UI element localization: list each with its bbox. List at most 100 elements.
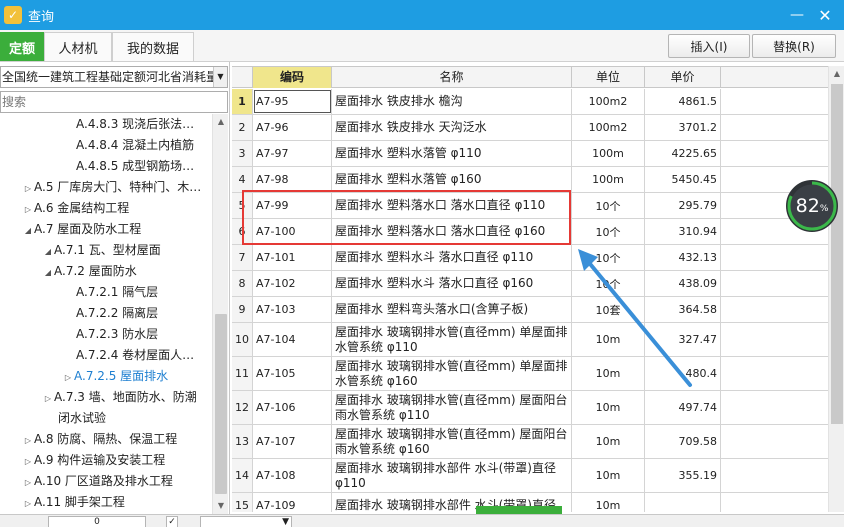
row-index[interactable]: 6 [232,219,253,244]
table-row[interactable]: 12 A7-106 屋面排水 玻璃钢排水管(直径mm) 屋面阳台雨水管系统 φ110… [232,391,828,425]
row-index[interactable]: 1 [232,89,253,114]
expand-icon[interactable]: ▷ [62,367,74,388]
row-unit[interactable]: 10m [572,391,645,424]
table-row[interactable]: 11 A7-105 屋面排水 玻璃钢排水管(直径mm) 单屋面排水管系统 φ160 1… [232,357,828,391]
tree-item[interactable]: ▷ A.8 防腐、隔热、保温工程 [0,429,212,450]
row-price[interactable]: 355.19 [645,459,721,492]
tree-item[interactable]: ▷ A.7.3 墙、地面防水、防潮 [0,387,212,408]
row-index[interactable]: 3 [232,141,253,166]
row-price[interactable]: 3701.2 [645,115,721,140]
scroll-thumb[interactable] [215,314,227,494]
table-row[interactable]: 13 A7-107 屋面排水 玻璃钢排水管(直径mm) 屋面阳台雨水管系统 φ160… [232,425,828,459]
row-name[interactable]: 屋面排水 铁皮排水 檐沟 [332,89,572,114]
tree-item[interactable]: ▷ A.10 厂区道路及排水工程 [0,471,212,492]
row-index[interactable]: 4 [232,167,253,192]
row-price[interactable]: 709.58 [645,425,721,458]
row-name[interactable]: 屋面排水 玻璃钢排水管(直径mm) 单屋面排水管系统 φ160 [332,357,572,390]
row-unit[interactable]: 100m [572,167,645,192]
scroll-up-icon[interactable]: ▲ [829,66,844,82]
row-name[interactable]: 屋面排水 玻璃钢排水管(直径mm) 屋面阳台雨水管系统 φ110 [332,391,572,424]
row-name[interactable]: 屋面排水 铁皮排水 天沟泛水 [332,115,572,140]
tab-quota[interactable]: 定额 [0,32,44,61]
table-row[interactable]: 3 A7-97 屋面排水 塑料水落管 φ110 100m 4225.65 [232,141,828,167]
row-index[interactable]: 15 [232,493,253,512]
tree-item[interactable]: ◢ A.7.2 屋面防水 [0,261,212,282]
table-row[interactable]: 2 A7-96 屋面排水 铁皮排水 天沟泛水 100m2 3701.2 [232,115,828,141]
row-index[interactable]: 9 [232,297,253,322]
tree-item[interactable]: A.4.8.3 现浇后张法… [0,114,212,135]
insert-button[interactable]: 插入(I) [668,34,750,58]
count-field[interactable]: 0 [48,516,146,527]
row-name[interactable]: 屋面排水 塑料水落管 φ110 [332,141,572,166]
row-price[interactable]: 480.4 [645,357,721,390]
tree-item[interactable]: ◢ A.7.1 瓦、型材屋面 [0,240,212,261]
tree-item[interactable]: A.4.8.4 混凝土内植筋 [0,135,212,156]
tree-item[interactable]: ▷ A.7.2.5 屋面排水 [0,366,212,387]
row-price[interactable]: 432.13 [645,245,721,270]
table-row[interactable]: 6 A7-100 屋面排水 塑料落水口 落水口直径 φ160 10个 310.94 [232,219,828,245]
row-index[interactable]: 11 [232,357,253,390]
row-price[interactable]: 310.94 [645,219,721,244]
close-button[interactable]: ✕ [814,4,836,26]
row-index[interactable]: 7 [232,245,253,270]
expand-icon[interactable]: ▷ [22,199,34,220]
row-index[interactable]: 2 [232,115,253,140]
expand-icon[interactable]: ▷ [22,472,34,493]
row-unit[interactable]: 10m [572,493,645,512]
table-row[interactable]: 9 A7-103 屋面排水 塑料弯头落水口(含箅子板) 10套 364.58 [232,297,828,323]
row-unit[interactable]: 100m [572,141,645,166]
tree-item[interactable]: ▷ A.5 厂库房大门、特种门、木… [0,177,212,198]
header-name[interactable]: 名称 [332,67,572,88]
scroll-thumb[interactable] [831,84,843,424]
tree-item[interactable]: ▷ A.11 脚手架工程 [0,492,212,513]
scroll-down-icon[interactable]: ▼ [213,498,229,514]
row-code[interactable]: A7-103 [253,297,332,322]
table-row[interactable]: 4 A7-98 屋面排水 塑料水落管 φ160 100m 5450.45 [232,167,828,193]
row-price[interactable]: 4225.65 [645,141,721,166]
row-index[interactable]: 14 [232,459,253,492]
row-index[interactable]: 10 [232,323,253,356]
replace-button[interactable]: 替换(R) [752,34,836,58]
tree-item[interactable]: ▷ A.6 金属结构工程 [0,198,212,219]
row-unit[interactable]: 10个 [572,245,645,270]
row-unit[interactable]: 10m [572,323,645,356]
row-code[interactable]: A7-96 [253,115,332,140]
row-name[interactable]: 屋面排水 塑料水落管 φ160 [332,167,572,192]
expand-icon[interactable]: ▷ [42,388,54,409]
row-unit[interactable]: 10个 [572,193,645,218]
table-row[interactable]: 7 A7-101 屋面排水 塑料水斗 落水口直径 φ110 10个 432.13 [232,245,828,271]
row-unit[interactable]: 10m [572,459,645,492]
table-row[interactable]: 8 A7-102 屋面排水 塑料水斗 落水口直径 φ160 10个 438.09 [232,271,828,297]
row-name[interactable]: 屋面排水 塑料落水口 落水口直径 φ110 [332,193,572,218]
table-row[interactable]: 1 A7-95 屋面排水 铁皮排水 檐沟 100m2 4861.5 [232,89,828,115]
chevron-down-icon[interactable]: ▼ [213,67,227,87]
row-name[interactable]: 屋面排水 塑料水斗 落水口直径 φ110 [332,245,572,270]
row-code[interactable]: A7-109 [253,493,332,512]
tree-item[interactable]: A.7.2.2 隔离层 [0,303,212,324]
tree-item[interactable]: A.7.2.3 防水层 [0,324,212,345]
row-index[interactable]: 8 [232,271,253,296]
collapse-icon[interactable]: ◢ [42,262,54,283]
tree-item[interactable]: A.7.2.1 隔气层 [0,282,212,303]
row-unit[interactable]: 100m2 [572,89,645,114]
row-price[interactable] [645,493,721,512]
row-price[interactable]: 4861.5 [645,89,721,114]
row-code[interactable]: A7-108 [253,459,332,492]
table-scrollbar[interactable]: ▲ [828,66,844,512]
row-code[interactable]: A7-107 [253,425,332,458]
row-name[interactable]: 屋面排水 塑料弯头落水口(含箅子板) [332,297,572,322]
tab-my-data[interactable]: 我的数据 [112,32,194,61]
row-unit[interactable]: 10个 [572,271,645,296]
row-code[interactable]: A7-101 [253,245,332,270]
row-unit[interactable]: 10套 [572,297,645,322]
tab-labor-material-machine[interactable]: 人材机 [44,32,112,61]
row-code[interactable]: A7-98 [253,167,332,192]
row-name[interactable]: 屋面排水 塑料落水口 落水口直径 φ160 [332,219,572,244]
expand-icon[interactable]: ▷ [22,493,34,514]
row-code[interactable]: A7-100 [253,219,332,244]
row-code[interactable]: A7-105 [253,357,332,390]
row-code[interactable]: A7-99 [253,193,332,218]
bottom-dropdown[interactable]: ▼ [200,516,292,527]
progress-gauge[interactable]: 82 % [786,180,838,232]
row-index[interactable]: 12 [232,391,253,424]
